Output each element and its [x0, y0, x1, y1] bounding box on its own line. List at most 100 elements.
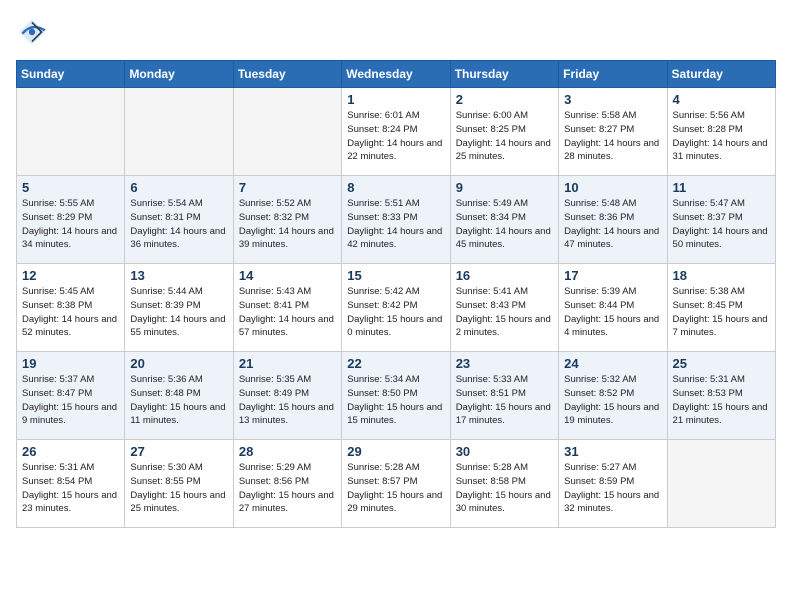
day-number: 22 — [347, 356, 444, 371]
calendar-cell: 26 Sunrise: 5:31 AM Sunset: 8:54 PM Dayli… — [17, 440, 125, 528]
day-number: 5 — [22, 180, 119, 195]
day-number: 8 — [347, 180, 444, 195]
day-info: Sunrise: 5:37 AM Sunset: 8:47 PM Dayligh… — [22, 373, 119, 428]
day-number: 26 — [22, 444, 119, 459]
day-info: Sunrise: 5:49 AM Sunset: 8:34 PM Dayligh… — [456, 197, 553, 252]
day-info: Sunrise: 5:29 AM Sunset: 8:56 PM Dayligh… — [239, 461, 336, 516]
day-number: 14 — [239, 268, 336, 283]
day-number: 18 — [673, 268, 770, 283]
day-info: Sunrise: 5:32 AM Sunset: 8:52 PM Dayligh… — [564, 373, 661, 428]
day-number: 11 — [673, 180, 770, 195]
calendar-cell: 6 Sunrise: 5:54 AM Sunset: 8:31 PM Daylig… — [125, 176, 233, 264]
day-info: Sunrise: 6:01 AM Sunset: 8:24 PM Dayligh… — [347, 109, 444, 164]
header-sunday: Sunday — [17, 61, 125, 88]
header-monday: Monday — [125, 61, 233, 88]
day-info: Sunrise: 5:36 AM Sunset: 8:48 PM Dayligh… — [130, 373, 227, 428]
calendar-cell: 12 Sunrise: 5:45 AM Sunset: 8:38 PM Dayli… — [17, 264, 125, 352]
day-number: 28 — [239, 444, 336, 459]
day-info: Sunrise: 5:35 AM Sunset: 8:49 PM Dayligh… — [239, 373, 336, 428]
header-friday: Friday — [559, 61, 667, 88]
day-number: 13 — [130, 268, 227, 283]
calendar-cell: 18 Sunrise: 5:38 AM Sunset: 8:45 PM Dayli… — [667, 264, 775, 352]
day-number: 19 — [22, 356, 119, 371]
calendar-cell: 13 Sunrise: 5:44 AM Sunset: 8:39 PM Dayli… — [125, 264, 233, 352]
calendar-cell: 15 Sunrise: 5:42 AM Sunset: 8:42 PM Dayli… — [342, 264, 450, 352]
day-info: Sunrise: 5:45 AM Sunset: 8:38 PM Dayligh… — [22, 285, 119, 340]
day-info: Sunrise: 5:30 AM Sunset: 8:55 PM Dayligh… — [130, 461, 227, 516]
calendar-cell: 17 Sunrise: 5:39 AM Sunset: 8:44 PM Dayli… — [559, 264, 667, 352]
day-info: Sunrise: 5:48 AM Sunset: 8:36 PM Dayligh… — [564, 197, 661, 252]
calendar-week-3: 12 Sunrise: 5:45 AM Sunset: 8:38 PM Dayli… — [17, 264, 776, 352]
day-info: Sunrise: 5:34 AM Sunset: 8:50 PM Dayligh… — [347, 373, 444, 428]
day-number: 3 — [564, 92, 661, 107]
calendar-week-1: 1Sunrise: 6:01 AM Sunset: 8:24 PM Daylig… — [17, 88, 776, 176]
day-info: Sunrise: 5:44 AM Sunset: 8:39 PM Dayligh… — [130, 285, 227, 340]
calendar-cell: 20 Sunrise: 5:36 AM Sunset: 8:48 PM Dayli… — [125, 352, 233, 440]
calendar-cell: 3Sunrise: 5:58 AM Sunset: 8:27 PM Daylig… — [559, 88, 667, 176]
calendar-cell: 22 Sunrise: 5:34 AM Sunset: 8:50 PM Dayli… — [342, 352, 450, 440]
day-info: Sunrise: 5:28 AM Sunset: 8:58 PM Dayligh… — [456, 461, 553, 516]
calendar-cell: 25 Sunrise: 5:31 AM Sunset: 8:53 PM Dayli… — [667, 352, 775, 440]
day-info: Sunrise: 5:42 AM Sunset: 8:42 PM Dayligh… — [347, 285, 444, 340]
calendar-cell: 30Sunrise: 5:28 AM Sunset: 8:58 PM Dayli… — [450, 440, 558, 528]
day-info: Sunrise: 5:43 AM Sunset: 8:41 PM Dayligh… — [239, 285, 336, 340]
day-number: 27 — [130, 444, 227, 459]
day-number: 10 — [564, 180, 661, 195]
logo-icon — [16, 16, 48, 48]
day-info: Sunrise: 5:54 AM Sunset: 8:31 PM Dayligh… — [130, 197, 227, 252]
day-info: Sunrise: 5:38 AM Sunset: 8:45 PM Dayligh… — [673, 285, 770, 340]
calendar-cell: 2 Sunrise: 6:00 AM Sunset: 8:25 PM Daylig… — [450, 88, 558, 176]
calendar-cell — [233, 88, 341, 176]
day-number: 15 — [347, 268, 444, 283]
calendar-cell: 27 Sunrise: 5:30 AM Sunset: 8:55 PM Dayli… — [125, 440, 233, 528]
calendar-cell: 8 Sunrise: 5:51 AM Sunset: 8:33 PM Daylig… — [342, 176, 450, 264]
calendar-cell: 31 Sunrise: 5:27 AM Sunset: 8:59 PM Dayli… — [559, 440, 667, 528]
calendar-cell: 24 Sunrise: 5:32 AM Sunset: 8:52 PM Dayli… — [559, 352, 667, 440]
calendar-cell — [17, 88, 125, 176]
day-number: 7 — [239, 180, 336, 195]
calendar-cell — [125, 88, 233, 176]
day-info: Sunrise: 5:56 AM Sunset: 8:28 PM Dayligh… — [673, 109, 770, 164]
day-number: 29 — [347, 444, 444, 459]
day-number: 23 — [456, 356, 553, 371]
day-info: Sunrise: 6:00 AM Sunset: 8:25 PM Dayligh… — [456, 109, 553, 164]
day-info: Sunrise: 5:41 AM Sunset: 8:43 PM Dayligh… — [456, 285, 553, 340]
day-info: Sunrise: 5:55 AM Sunset: 8:29 PM Dayligh… — [22, 197, 119, 252]
page-header — [16, 16, 776, 48]
day-info: Sunrise: 5:31 AM Sunset: 8:54 PM Dayligh… — [22, 461, 119, 516]
header-thursday: Thursday — [450, 61, 558, 88]
day-number: 6 — [130, 180, 227, 195]
logo — [16, 16, 52, 48]
day-number: 2 — [456, 92, 553, 107]
day-info: Sunrise: 5:51 AM Sunset: 8:33 PM Dayligh… — [347, 197, 444, 252]
day-number: 16 — [456, 268, 553, 283]
day-number: 17 — [564, 268, 661, 283]
day-info: Sunrise: 5:52 AM Sunset: 8:32 PM Dayligh… — [239, 197, 336, 252]
calendar-cell: 21 Sunrise: 5:35 AM Sunset: 8:49 PM Dayli… — [233, 352, 341, 440]
day-number: 21 — [239, 356, 336, 371]
calendar-cell: 14 Sunrise: 5:43 AM Sunset: 8:41 PM Dayli… — [233, 264, 341, 352]
calendar-cell: 16 Sunrise: 5:41 AM Sunset: 8:43 PM Dayli… — [450, 264, 558, 352]
header-row: SundayMondayTuesdayWednesdayThursdayFrid… — [17, 61, 776, 88]
day-number: 24 — [564, 356, 661, 371]
calendar-cell: 7 Sunrise: 5:52 AM Sunset: 8:32 PM Daylig… — [233, 176, 341, 264]
day-info: Sunrise: 5:47 AM Sunset: 8:37 PM Dayligh… — [673, 197, 770, 252]
day-number: 20 — [130, 356, 227, 371]
day-number: 12 — [22, 268, 119, 283]
day-number: 25 — [673, 356, 770, 371]
calendar-cell: 9 Sunrise: 5:49 AM Sunset: 8:34 PM Daylig… — [450, 176, 558, 264]
day-info: Sunrise: 5:27 AM Sunset: 8:59 PM Dayligh… — [564, 461, 661, 516]
header-tuesday: Tuesday — [233, 61, 341, 88]
header-wednesday: Wednesday — [342, 61, 450, 88]
calendar-cell: 11 Sunrise: 5:47 AM Sunset: 8:37 PM Dayli… — [667, 176, 775, 264]
day-info: Sunrise: 5:28 AM Sunset: 8:57 PM Dayligh… — [347, 461, 444, 516]
calendar-week-4: 19 Sunrise: 5:37 AM Sunset: 8:47 PM Dayli… — [17, 352, 776, 440]
day-info: Sunrise: 5:31 AM Sunset: 8:53 PM Dayligh… — [673, 373, 770, 428]
day-number: 9 — [456, 180, 553, 195]
day-info: Sunrise: 5:39 AM Sunset: 8:44 PM Dayligh… — [564, 285, 661, 340]
calendar-cell: 19 Sunrise: 5:37 AM Sunset: 8:47 PM Dayli… — [17, 352, 125, 440]
day-number: 31 — [564, 444, 661, 459]
calendar-cell: 23Sunrise: 5:33 AM Sunset: 8:51 PM Dayli… — [450, 352, 558, 440]
calendar-week-2: 5 Sunrise: 5:55 AM Sunset: 8:29 PM Daylig… — [17, 176, 776, 264]
calendar-cell: 5 Sunrise: 5:55 AM Sunset: 8:29 PM Daylig… — [17, 176, 125, 264]
